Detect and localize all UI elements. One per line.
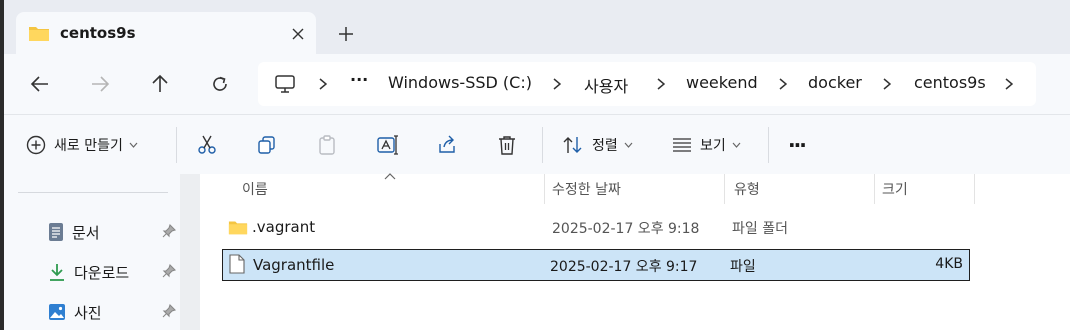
- file-modified: 2025-02-17 오후 9:18: [552, 221, 700, 237]
- column-header-size[interactable]: 크기: [882, 174, 908, 204]
- breadcrumb-segment[interactable]: weekend: [686, 73, 758, 92]
- breadcrumb-overflow[interactable]: ···: [350, 70, 368, 89]
- folder-icon: [228, 218, 248, 236]
- clipboard-icon: [316, 134, 338, 156]
- toolbar-divider: [542, 127, 543, 163]
- toolbar-divider: [768, 127, 769, 163]
- paste-button[interactable]: [316, 131, 338, 159]
- file-size: 4KB: [935, 256, 963, 272]
- chevron-right-icon[interactable]: [776, 76, 790, 92]
- table-row[interactable]: .vagrant 2025-02-17 오후 9:18 파일 폴더: [222, 212, 970, 244]
- close-icon[interactable]: [288, 24, 308, 44]
- chevron-right-icon[interactable]: [654, 76, 668, 92]
- chevron-down-icon: [624, 142, 633, 148]
- folder-icon: [28, 24, 50, 42]
- trash-icon: [496, 134, 518, 156]
- column-header-name[interactable]: 이름: [242, 174, 268, 204]
- nav-scrollbar[interactable]: [180, 174, 200, 330]
- rename-icon: [376, 134, 400, 156]
- column-header-label: 유형: [734, 182, 760, 198]
- chevron-right-icon[interactable]: [880, 76, 894, 92]
- column-header-type[interactable]: 유형: [734, 174, 760, 204]
- more-options-button[interactable]: ···: [788, 131, 807, 159]
- refresh-icon[interactable]: [206, 70, 234, 98]
- copy-button[interactable]: [256, 131, 278, 159]
- file-type: 파일 폴더: [732, 221, 788, 237]
- column-header-modified[interactable]: 수정한 날짜: [552, 174, 621, 204]
- share-icon: [436, 134, 458, 156]
- share-button[interactable]: [436, 131, 458, 159]
- column-header-label: 이름: [242, 182, 268, 198]
- downloads-icon: [48, 262, 66, 282]
- sidebar-item-label: 다운로드: [74, 263, 130, 282]
- file-list: 이름 수정한 날짜 유형 크기 .vagrant 2025-02-17 오후 9…: [200, 172, 1070, 330]
- delete-button[interactable]: [496, 131, 518, 159]
- new-tab-icon[interactable]: [334, 22, 358, 46]
- view-label: 보기: [700, 138, 726, 154]
- sidebar-item-downloads[interactable]: 다운로드: [48, 258, 178, 286]
- sidebar-item-label: 사진: [74, 303, 102, 322]
- breadcrumb-segment[interactable]: docker: [808, 73, 862, 92]
- sidebar-item-pictures[interactable]: 사진: [48, 298, 178, 326]
- breadcrumb-segment[interactable]: 사용자: [584, 73, 628, 97]
- up-arrow-icon[interactable]: [146, 70, 174, 98]
- rename-button[interactable]: [376, 131, 400, 159]
- chevron-right-icon[interactable]: [316, 76, 330, 92]
- pictures-icon: [48, 303, 66, 321]
- sidebar-item-documents[interactable]: 문서: [48, 218, 178, 246]
- cut-button[interactable]: [196, 131, 218, 159]
- this-pc-icon[interactable]: [274, 74, 296, 94]
- new-button[interactable]: 새로 만들기: [26, 131, 138, 159]
- column-header-label: 수정한 날짜: [552, 182, 621, 198]
- toolbar-divider: [176, 127, 177, 163]
- tab-strip: centos9s: [0, 0, 1070, 56]
- table-row[interactable]: Vagrantfile 2025-02-17 오후 9:17 파일 4KB: [222, 249, 970, 281]
- chevron-down-icon: [129, 142, 138, 148]
- window-edge: [0, 0, 4, 330]
- navigation-pane: 문서 다운로드 사진: [0, 174, 200, 330]
- sort-label: 정렬: [592, 138, 618, 154]
- sidebar-item-label: 문서: [72, 223, 100, 242]
- copy-icon: [256, 134, 278, 156]
- breadcrumb-segment[interactable]: Windows-SSD (C:): [388, 73, 532, 92]
- address-bar[interactable]: ··· Windows-SSD (C:) 사용자 weekend docker …: [258, 62, 1036, 106]
- address-row: ··· Windows-SSD (C:) 사용자 weekend docker …: [0, 54, 1070, 114]
- file-name: Vagrantfile: [253, 256, 335, 274]
- file-type: 파일: [730, 259, 756, 275]
- sort-ascending-icon: [384, 172, 396, 180]
- file-modified: 2025-02-17 오후 9:17: [550, 259, 698, 275]
- pin-icon: [162, 264, 176, 278]
- pin-icon: [162, 224, 176, 238]
- tab-centos9s[interactable]: centos9s: [16, 12, 316, 56]
- scissors-icon: [196, 134, 218, 156]
- column-divider[interactable]: [724, 174, 725, 204]
- file-name: .vagrant: [252, 218, 316, 236]
- column-divider[interactable]: [544, 174, 545, 204]
- tab-title: centos9s: [60, 24, 136, 42]
- pin-icon: [162, 304, 176, 318]
- new-button-label: 새로 만들기: [54, 138, 123, 154]
- view-button[interactable]: 보기: [672, 131, 741, 159]
- column-divider[interactable]: [874, 174, 875, 204]
- command-bar: 새로 만들기 정렬 보기 ···: [0, 114, 1070, 174]
- sort-button[interactable]: 정렬: [562, 131, 633, 159]
- add-circle-icon: [26, 135, 46, 155]
- view-list-icon: [672, 137, 692, 153]
- breadcrumb-segment[interactable]: centos9s: [914, 73, 986, 92]
- forward-arrow-icon[interactable]: [86, 70, 114, 98]
- chevron-right-icon[interactable]: [550, 76, 564, 92]
- more-icon: ···: [788, 133, 807, 157]
- back-arrow-icon[interactable]: [26, 70, 54, 98]
- file-icon: [229, 254, 245, 274]
- column-divider[interactable]: [974, 174, 975, 204]
- nav-divider: [18, 192, 168, 193]
- documents-icon: [48, 222, 64, 242]
- sort-icon: [562, 135, 584, 155]
- column-header-label: 크기: [882, 182, 908, 198]
- chevron-right-icon[interactable]: [1002, 76, 1016, 92]
- chevron-down-icon: [732, 142, 741, 148]
